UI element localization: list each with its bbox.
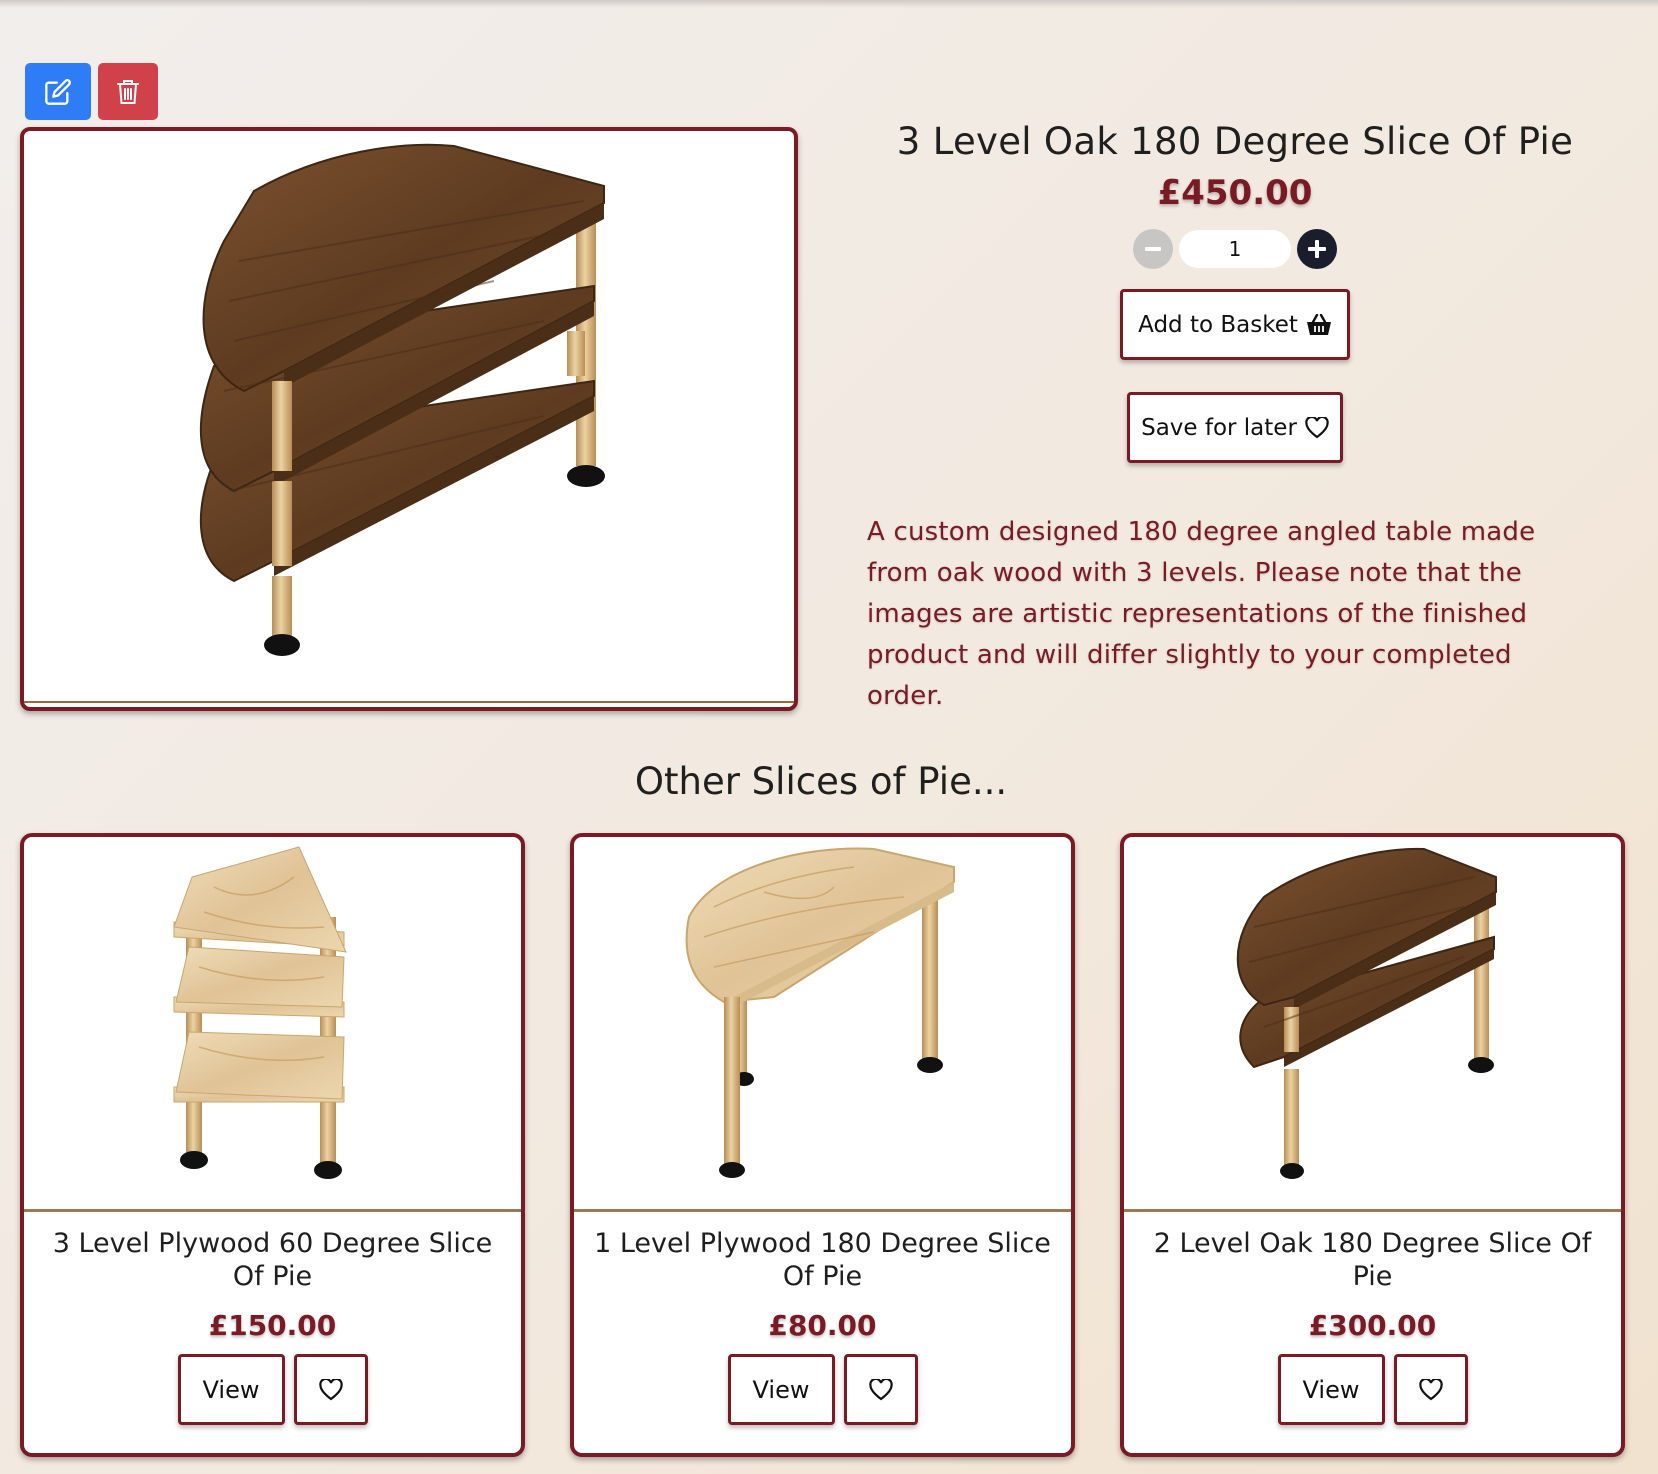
add-to-basket-label: Add to Basket bbox=[1138, 311, 1298, 338]
increase-quantity-button[interactable] bbox=[1297, 229, 1337, 269]
heart-icon bbox=[1305, 416, 1329, 438]
related-product-card: 1 Level Plywood 180 Degree Slice Of Pie … bbox=[570, 833, 1075, 1457]
quantity-stepper bbox=[830, 229, 1640, 269]
card-divider bbox=[1124, 1209, 1621, 1212]
related-product-image bbox=[24, 837, 521, 1209]
related-product-title: 1 Level Plywood 180 Degree Slice Of Pie bbox=[594, 1228, 1051, 1292]
card-divider bbox=[574, 1209, 1071, 1212]
related-product-price: £80.00 bbox=[768, 1309, 877, 1342]
card-actions: View bbox=[24, 1354, 521, 1425]
card-actions: View bbox=[574, 1354, 1071, 1425]
card-divider bbox=[24, 1209, 521, 1212]
minus-icon bbox=[1145, 247, 1161, 251]
edit-icon bbox=[45, 78, 71, 105]
save-for-later-button[interactable] bbox=[1393, 1354, 1468, 1425]
save-for-later-button[interactable] bbox=[843, 1354, 918, 1425]
view-button[interactable]: View bbox=[1277, 1354, 1385, 1425]
product-title: 3 Level Oak 180 Degree Slice Of Pie bbox=[896, 120, 1574, 163]
related-product-image bbox=[574, 837, 1071, 1209]
plus-icon bbox=[1308, 240, 1326, 258]
card-actions: View bbox=[1124, 1354, 1621, 1425]
heart-icon bbox=[868, 1378, 893, 1400]
product-image bbox=[20, 127, 798, 711]
edit-product-button[interactable] bbox=[25, 63, 91, 120]
related-product-image bbox=[1124, 837, 1621, 1209]
delete-product-button[interactable] bbox=[98, 63, 158, 120]
basket-icon bbox=[1306, 313, 1331, 335]
decrease-quantity-button[interactable] bbox=[1133, 229, 1173, 269]
product-price: £450.00 bbox=[1157, 173, 1313, 213]
related-product-title: 3 Level Plywood 60 Degree Slice Of Pie bbox=[52, 1228, 493, 1292]
related-product-price: £150.00 bbox=[208, 1309, 337, 1342]
quantity-input[interactable] bbox=[1179, 230, 1291, 268]
view-button[interactable]: View bbox=[727, 1354, 835, 1425]
save-for-later-button[interactable] bbox=[293, 1354, 368, 1425]
heart-icon bbox=[1418, 1378, 1443, 1400]
related-products-heading: Other Slices of Pie... bbox=[634, 760, 1008, 803]
add-to-basket-button[interactable]: Add to Basket bbox=[1120, 289, 1350, 360]
save-for-later-button[interactable]: Save for later bbox=[1127, 392, 1343, 463]
related-product-card: 2 Level Oak 180 Degree Slice Of Pie £300… bbox=[1120, 833, 1625, 1457]
related-product-price: £300.00 bbox=[1308, 1309, 1437, 1342]
related-product-title: 2 Level Oak 180 Degree Slice Of Pie bbox=[1153, 1228, 1592, 1292]
trash-icon bbox=[117, 79, 139, 104]
related-product-card: 3 Level Plywood 60 Degree Slice Of Pie £… bbox=[20, 833, 525, 1457]
heart-icon bbox=[318, 1378, 343, 1400]
view-button[interactable]: View bbox=[177, 1354, 285, 1425]
product-description: A custom designed 180 degree angled tabl… bbox=[867, 517, 1536, 711]
top-shadow bbox=[0, 0, 1658, 8]
save-for-later-label: Save for later bbox=[1141, 414, 1297, 441]
product-info: 3 Level Oak 180 Degree Slice Of Pie £450… bbox=[830, 120, 1640, 463]
